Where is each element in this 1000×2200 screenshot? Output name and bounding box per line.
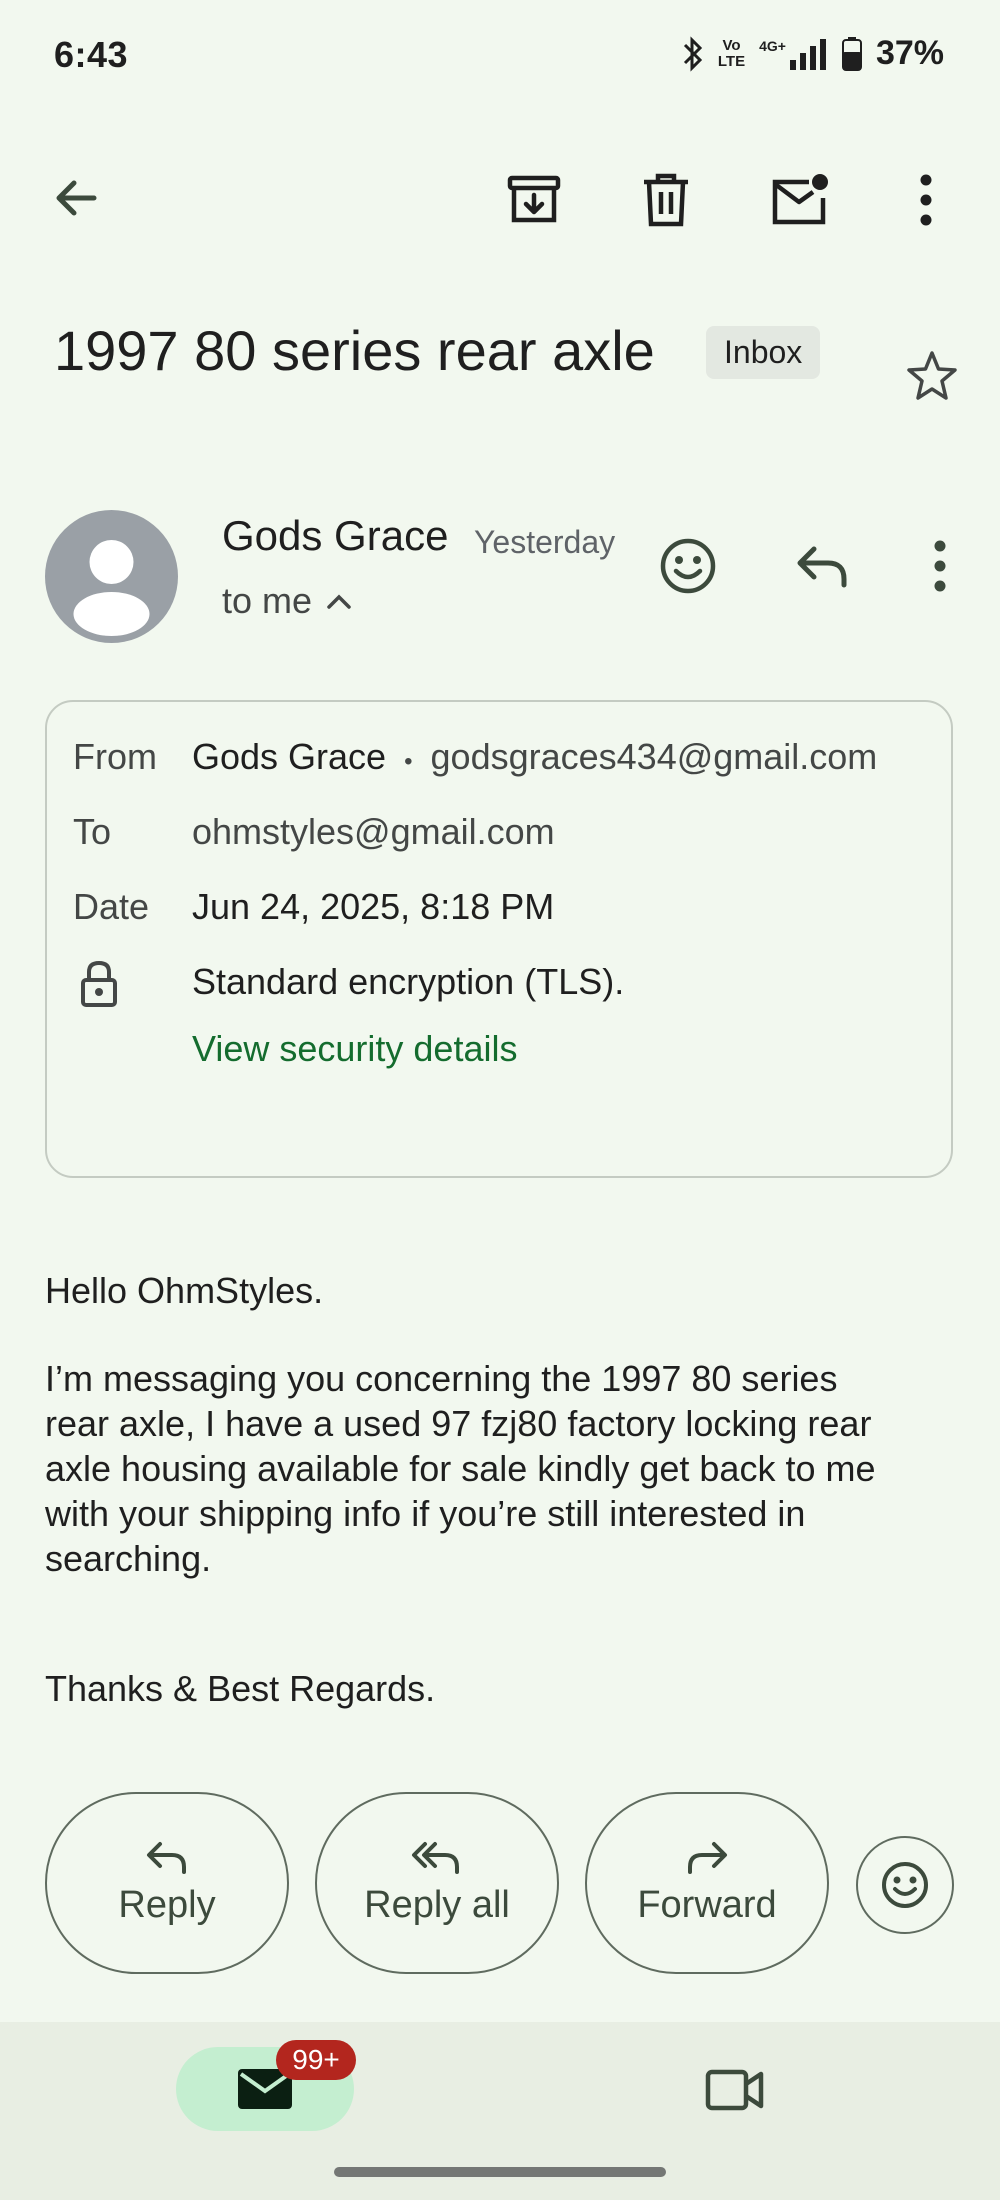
- body-line: with your shipping info if you’re still …: [45, 1493, 806, 1534]
- to-email[interactable]: ohmstyles@gmail.com: [192, 811, 555, 853]
- reply-icon: [147, 1841, 186, 1874]
- more-vert-icon: [920, 174, 932, 226]
- to-label: To: [73, 811, 112, 852]
- mark-unread-icon: [772, 174, 828, 225]
- status-time: 6:43: [54, 34, 129, 75]
- sender-name[interactable]: Gods Grace: [222, 512, 448, 560]
- battery-percent: 37%: [875, 34, 944, 72]
- encryption-status: Standard encryption (TLS).: [192, 961, 625, 1002]
- from-value: Gods Grace • godsgraces434@gmail.com: [192, 736, 877, 778]
- unread-count-badge: 99+: [276, 2040, 356, 2080]
- lock-icon: [79, 960, 119, 1013]
- delete-button[interactable]: [634, 168, 698, 232]
- meet-tab[interactable]: [700, 2060, 770, 2120]
- react-emoji-button[interactable]: [656, 534, 720, 598]
- archive-icon: [507, 175, 561, 223]
- message-details-panel: From Gods Grace • godsgraces434@gmail.co…: [45, 700, 953, 1178]
- status-icons: Vo LTE 4G+ 37%: [682, 34, 944, 73]
- emoji-icon: [882, 1862, 928, 1908]
- from-name: Gods Grace: [192, 736, 387, 777]
- more-options-button[interactable]: [898, 168, 954, 232]
- chevron-up-icon: [327, 594, 351, 609]
- star-icon: [907, 351, 957, 400]
- sent-time: Yesterday: [474, 524, 616, 560]
- body-paragraph: I’m messaging you concerning the 1997 80…: [45, 1356, 945, 1581]
- body-line: searching.: [45, 1538, 212, 1579]
- from-separator: •: [404, 748, 413, 775]
- body-signoff: Thanks & Best Regards.: [45, 1668, 436, 1709]
- reply-button[interactable]: Reply: [45, 1792, 289, 1974]
- forward-button[interactable]: Forward: [585, 1792, 829, 1974]
- from-label: From: [73, 736, 157, 777]
- cellular-signal-icon: 4G+: [759, 38, 828, 70]
- body-line: I’m messaging you concerning the 1997 80…: [45, 1358, 838, 1399]
- reply-icon-button[interactable]: [790, 534, 854, 598]
- date-value: Jun 24, 2025, 8:18 PM: [192, 886, 555, 927]
- back-button[interactable]: [44, 166, 108, 230]
- person-icon: [73, 540, 150, 636]
- reply-all-label: Reply all: [364, 1883, 510, 1926]
- back-arrow-icon: [56, 180, 97, 216]
- sender-avatar[interactable]: [45, 510, 178, 643]
- home-indicator[interactable]: [334, 2167, 666, 2177]
- battery-icon: [841, 36, 862, 71]
- reply-all-icon: [412, 1841, 459, 1874]
- more-vert-icon: [934, 540, 946, 592]
- archive-button[interactable]: [502, 168, 566, 232]
- from-email[interactable]: godsgraces434@gmail.com: [431, 736, 878, 777]
- recipient-summary: to me: [222, 580, 313, 621]
- body-line: axle housing available for sale kindly g…: [45, 1448, 876, 1489]
- emoji-reaction-button[interactable]: [856, 1836, 954, 1934]
- mark-unread-button[interactable]: [768, 168, 832, 232]
- star-button[interactable]: [900, 344, 964, 408]
- forward-icon: [688, 1841, 727, 1874]
- reply-label: Reply: [118, 1883, 216, 1926]
- email-subject: 1997 80 series rear axle: [54, 319, 655, 382]
- inbox-label-chip[interactable]: Inbox: [706, 326, 821, 379]
- reply-icon: [797, 546, 847, 588]
- message-more-button[interactable]: [912, 534, 968, 598]
- delete-icon: [644, 173, 688, 227]
- body-greeting: Hello OhmStyles.: [45, 1270, 324, 1311]
- recipient-toggle[interactable]: to me: [222, 580, 352, 622]
- reply-all-button[interactable]: Reply all: [315, 1792, 559, 1974]
- forward-label: Forward: [637, 1883, 777, 1926]
- video-camera-icon: [705, 2069, 764, 2111]
- bluetooth-icon: [682, 35, 704, 72]
- volte-indicator: Vo LTE: [717, 36, 746, 70]
- emoji-icon: [660, 538, 716, 594]
- view-security-details-link[interactable]: View security details: [192, 1028, 517, 1070]
- date-label: Date: [73, 886, 150, 927]
- body-line: rear axle, I have a used 97 fzj80 factor…: [45, 1403, 872, 1444]
